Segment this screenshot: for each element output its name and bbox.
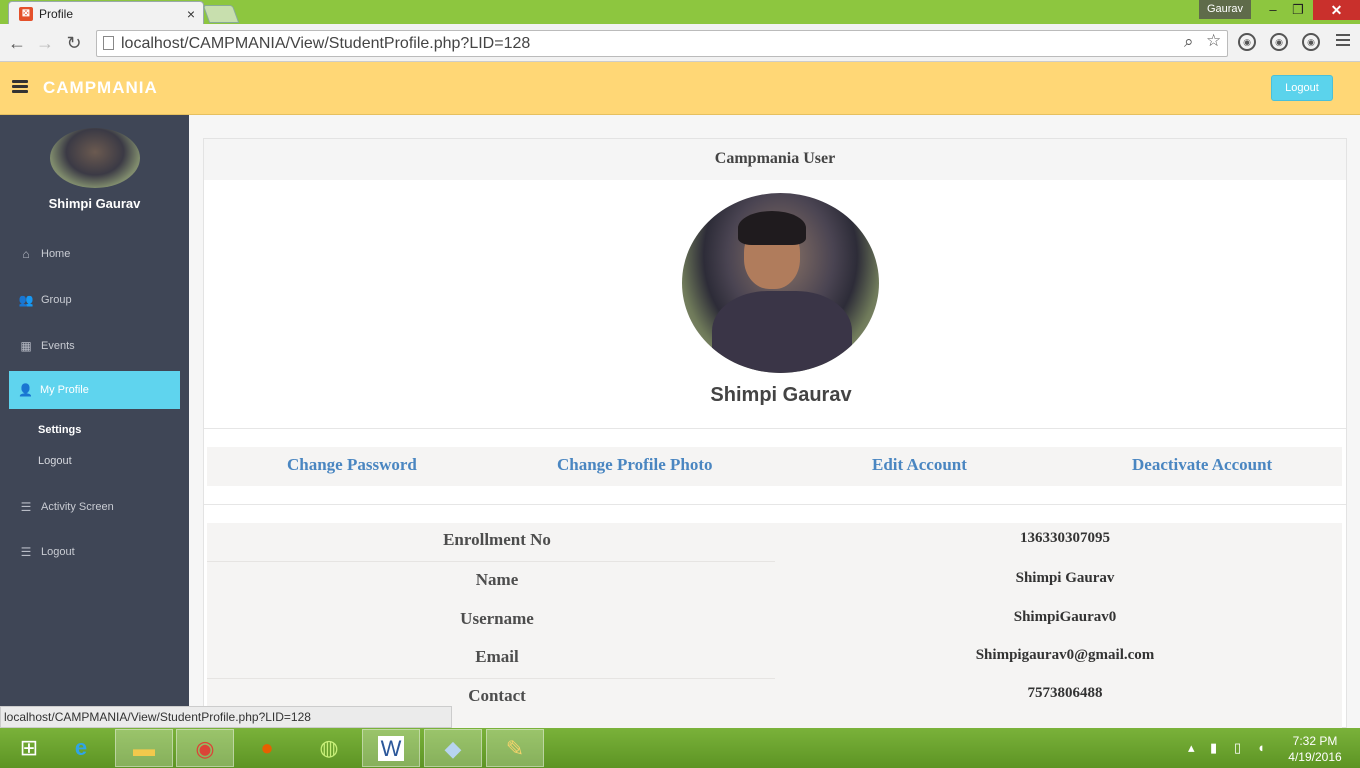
bookmark-star-icon[interactable]: ☆ xyxy=(1206,31,1221,51)
field-value-name: Shimpi Gaurav xyxy=(1015,570,1115,586)
sidebar-item-label: Logout xyxy=(41,546,75,558)
change-password-link[interactable]: Change Password xyxy=(287,455,417,475)
avatar xyxy=(50,128,140,188)
field-value-enrollment: 136330307095 xyxy=(1020,530,1110,546)
reload-icon[interactable]: ↻ xyxy=(61,30,87,56)
sidebar-item-label: My Profile xyxy=(39,384,89,396)
edit-account-link[interactable]: Edit Account xyxy=(872,455,967,475)
favicon-icon: ⊠ xyxy=(19,6,33,21)
field-label-name: Name xyxy=(475,570,519,589)
sidebar-item-label: Group xyxy=(41,294,72,306)
sidebar-user-name: Shimpi Gaurav xyxy=(48,196,141,211)
sidebar-item-label: Activity Screen xyxy=(41,501,114,513)
field-value-email: Shimpigaurav0@gmail.com xyxy=(975,647,1155,663)
field-value-username: ShimpiGaurav0 xyxy=(1013,609,1117,625)
tab-close-icon[interactable]: × xyxy=(187,6,195,22)
clock-date: 4/19/2016 xyxy=(1288,750,1342,764)
browser-tab[interactable]: ⊠ Profile × xyxy=(8,1,204,25)
user-icon: 👤 xyxy=(18,383,33,397)
tray-expand-icon[interactable]: ▴ xyxy=(1188,740,1195,756)
extension-icon[interactable]: ◉ xyxy=(1302,33,1320,51)
list-icon: ☰ xyxy=(20,500,32,514)
sidebar-subitem-logout[interactable]: Logout xyxy=(38,455,72,467)
battery-icon[interactable]: ▯ xyxy=(1234,740,1241,756)
hamburger-menu-icon[interactable] xyxy=(12,80,28,94)
change-profile-photo-link[interactable]: Change Profile Photo xyxy=(557,455,713,475)
browser-status-bar: localhost/CAMPMANIA/View/StudentProfile.… xyxy=(0,706,452,728)
chrome-icon[interactable]: ◉ xyxy=(176,729,234,767)
windows-start-icon[interactable]: ⊞ xyxy=(0,729,58,767)
sidebar-item-activity-screen[interactable]: ☰ Activity Screen xyxy=(18,498,180,516)
group-icon: 👥 xyxy=(18,293,34,307)
panel-title: Campmania User xyxy=(204,139,1346,180)
tab-title: Profile xyxy=(39,6,74,21)
restore-icon[interactable]: ❐ xyxy=(1283,0,1313,20)
profile-name: Shimpi Gaurav xyxy=(710,384,852,406)
word-icon[interactable]: W xyxy=(362,729,420,767)
browser-menu-icon[interactable] xyxy=(1336,34,1350,46)
field-label-contact: Contact xyxy=(468,686,526,705)
browser-user-badge[interactable]: Gaurav xyxy=(1199,0,1251,19)
virtualbox-icon[interactable]: ◆ xyxy=(424,729,482,767)
browser-tab-bar xyxy=(0,0,1360,24)
field-label-username: Username xyxy=(460,609,534,628)
paint-icon[interactable]: ✎ xyxy=(486,729,544,767)
divider xyxy=(204,428,1346,429)
field-label-enrollment: Enrollment No xyxy=(443,530,551,549)
deactivate-account-link[interactable]: Deactivate Account xyxy=(1132,455,1272,475)
address-bar[interactable]: localhost/CAMPMANIA/View/StudentProfile.… xyxy=(96,30,1228,57)
search-icon[interactable]: ⌕ xyxy=(1184,32,1194,52)
calendar-icon: ▦ xyxy=(20,339,32,353)
app-header xyxy=(0,62,1360,115)
sidebar-item-my-profile[interactable]: 👤 My Profile xyxy=(9,371,180,409)
home-icon: ⌂ xyxy=(22,247,30,261)
sidebar-item-group[interactable]: 👥 Group xyxy=(18,291,180,309)
sidebar-item-label: Events xyxy=(41,340,75,352)
firefox-icon[interactable]: ● xyxy=(238,729,296,767)
profile-photo xyxy=(682,193,879,373)
brand-logo[interactable]: CAMPMANIA xyxy=(43,78,158,98)
divider xyxy=(204,504,1346,505)
forward-icon[interactable]: → xyxy=(32,30,58,56)
row-divider xyxy=(207,561,775,562)
network-icon[interactable]: ▮ xyxy=(1210,740,1217,756)
list-icon: ☰ xyxy=(20,545,32,559)
address-url: localhost/CAMPMANIA/View/StudentProfile.… xyxy=(121,34,531,52)
dreamweaver-icon[interactable]: ◍ xyxy=(300,729,358,767)
field-value-contact: 7573806488 xyxy=(1027,685,1103,701)
volume-icon[interactable]: ◖ xyxy=(1257,740,1265,755)
internet-explorer-icon[interactable]: e xyxy=(52,729,110,767)
new-tab-button[interactable] xyxy=(202,5,240,23)
page-icon xyxy=(103,36,114,50)
extension-icon[interactable]: ◉ xyxy=(1270,33,1288,51)
field-label-email: Email xyxy=(475,647,519,666)
sidebar-item-label: Home xyxy=(41,248,71,260)
window-close-icon[interactable]: ✕ xyxy=(1313,0,1360,20)
extension-icon[interactable]: ◉ xyxy=(1238,33,1256,51)
sidebar-item-events[interactable]: ▦ Events xyxy=(18,337,180,355)
row-divider xyxy=(207,678,775,679)
sidebar-item-home[interactable]: ⌂ Home xyxy=(18,245,180,263)
clock-time: 7:32 PM xyxy=(1292,734,1338,748)
file-explorer-icon[interactable]: ▬ xyxy=(115,729,173,767)
sidebar-item-logout[interactable]: ☰ Logout xyxy=(18,543,180,561)
logout-button[interactable]: Logout xyxy=(1271,75,1333,101)
sidebar-subitem-settings[interactable]: Settings xyxy=(38,424,81,436)
taskbar-clock[interactable]: 7:32 PM 4/19/2016 xyxy=(1280,733,1350,765)
back-icon[interactable]: ← xyxy=(4,30,30,56)
